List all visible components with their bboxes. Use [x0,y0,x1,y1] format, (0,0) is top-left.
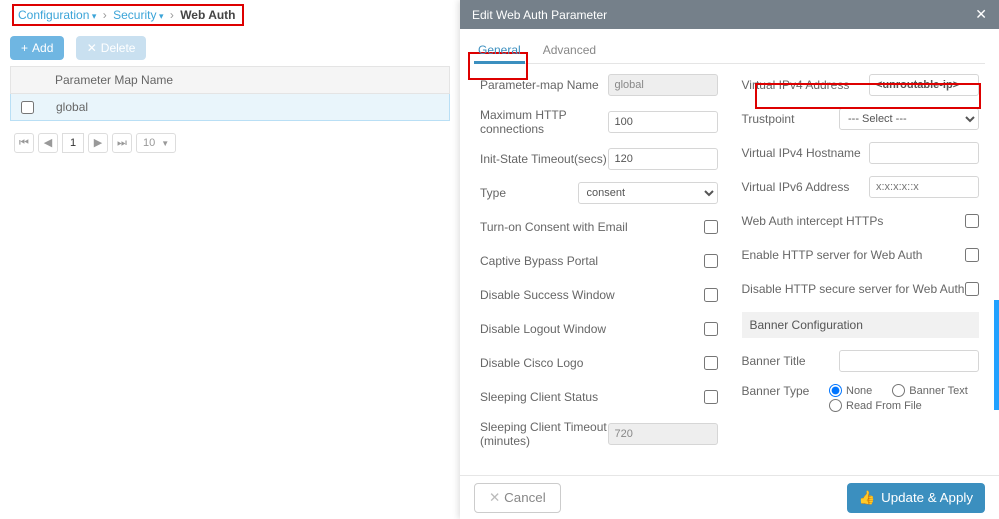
banner-type-text[interactable]: Banner Text [892,384,968,397]
row-name: global [56,100,88,114]
parameter-map-name-field [608,74,718,96]
captive-bypass-checkbox[interactable] [704,254,718,268]
cancel-button[interactable]: ✕Cancel [474,483,561,513]
row-checkbox[interactable] [21,101,34,114]
turn-consent-checkbox[interactable] [704,220,718,234]
label: Virtual IPv6 Address [742,180,870,194]
table-row[interactable]: global [10,94,450,121]
label: Disable Cisco Logo [480,356,704,370]
crumb-sep: › [170,8,174,22]
crumb-configuration[interactable]: Configuration [18,8,96,22]
label: Banner Title [742,354,840,368]
edit-panel: Edit Web Auth Parameter ✕ General Advanc… [460,0,999,519]
grid-header[interactable]: Parameter Map Name [10,66,450,94]
add-button[interactable]: +Add [10,36,64,60]
label: Init-State Timeout(secs) [480,152,608,166]
panel-title: Edit Web Auth Parameter [472,8,607,22]
disable-logo-checkbox[interactable] [704,356,718,370]
init-state-field[interactable] [608,148,718,170]
x-icon: ✕ [87,41,97,55]
crumb-sep: › [103,8,107,22]
sleeping-client-checkbox[interactable] [704,390,718,404]
pager-size-select[interactable]: 10▼ [136,133,176,153]
scrollbar[interactable] [994,300,999,410]
max-http-field[interactable] [608,111,718,133]
label: Turn-on Consent with Email [480,220,704,234]
close-icon[interactable]: ✕ [975,6,987,23]
x-icon: ✕ [489,490,500,505]
trustpoint-select[interactable]: --- Select --- [839,108,979,130]
enable-http-checkbox[interactable] [965,248,979,262]
virtual-ipv4-field[interactable] [869,74,979,96]
pager-page: 1 [62,133,84,153]
breadcrumb: Configuration › Security › Web Auth [12,4,244,26]
disable-success-checkbox[interactable] [704,288,718,302]
virtual-ipv4-hostname-field[interactable] [869,142,979,164]
label: Type [480,186,578,200]
label: Disable Success Window [480,288,704,302]
label: Sleeping Client Timeout (minutes) [480,420,608,448]
pager-first[interactable]: ⏮ [14,133,34,153]
label: Maximum HTTP connections [480,108,608,136]
label: Virtual IPv4 Address [742,78,870,92]
sleeping-timeout-field [608,423,718,445]
chevron-down-icon: ▼ [161,139,169,148]
crumb-security[interactable]: Security [113,8,163,22]
tab-general[interactable]: General [474,37,525,63]
intercept-https-checkbox[interactable] [965,214,979,228]
crumb-current: Web Auth [180,8,235,22]
pager: ⏮ ◀ 1 ▶ ⏭ 10▼ [10,129,450,157]
label: Trustpoint [742,112,840,126]
plus-icon: + [21,41,28,55]
type-select[interactable]: consent [578,182,718,204]
tab-advanced[interactable]: Advanced [539,37,600,63]
virtual-ipv6-field[interactable] [869,176,979,198]
update-apply-button[interactable]: 👍Update & Apply [847,483,986,513]
delete-button[interactable]: ✕Delete [76,36,147,60]
banner-type-none[interactable]: None [829,384,872,397]
pager-next[interactable]: ▶ [88,133,108,153]
label: Disable HTTP secure server for Web Auth [742,282,966,296]
disable-logout-checkbox[interactable] [704,322,718,336]
banner-type-file[interactable]: Read From File [829,399,922,412]
label: Parameter-map Name [480,78,608,92]
label: Banner Type [742,384,830,398]
label: Disable Logout Window [480,322,704,336]
pager-prev[interactable]: ◀ [38,133,58,153]
banner-title-field[interactable] [839,350,979,372]
disable-https-checkbox[interactable] [965,282,979,296]
label: Web Auth intercept HTTPs [742,214,966,228]
label: Sleeping Client Status [480,390,704,404]
pager-last[interactable]: ⏭ [112,133,132,153]
banner-section-header: Banner Configuration [742,312,980,338]
thumbs-up-icon: 👍 [859,490,876,506]
label: Enable HTTP server for Web Auth [742,248,966,262]
label: Captive Bypass Portal [480,254,704,268]
label: Virtual IPv4 Hostname [742,146,870,160]
